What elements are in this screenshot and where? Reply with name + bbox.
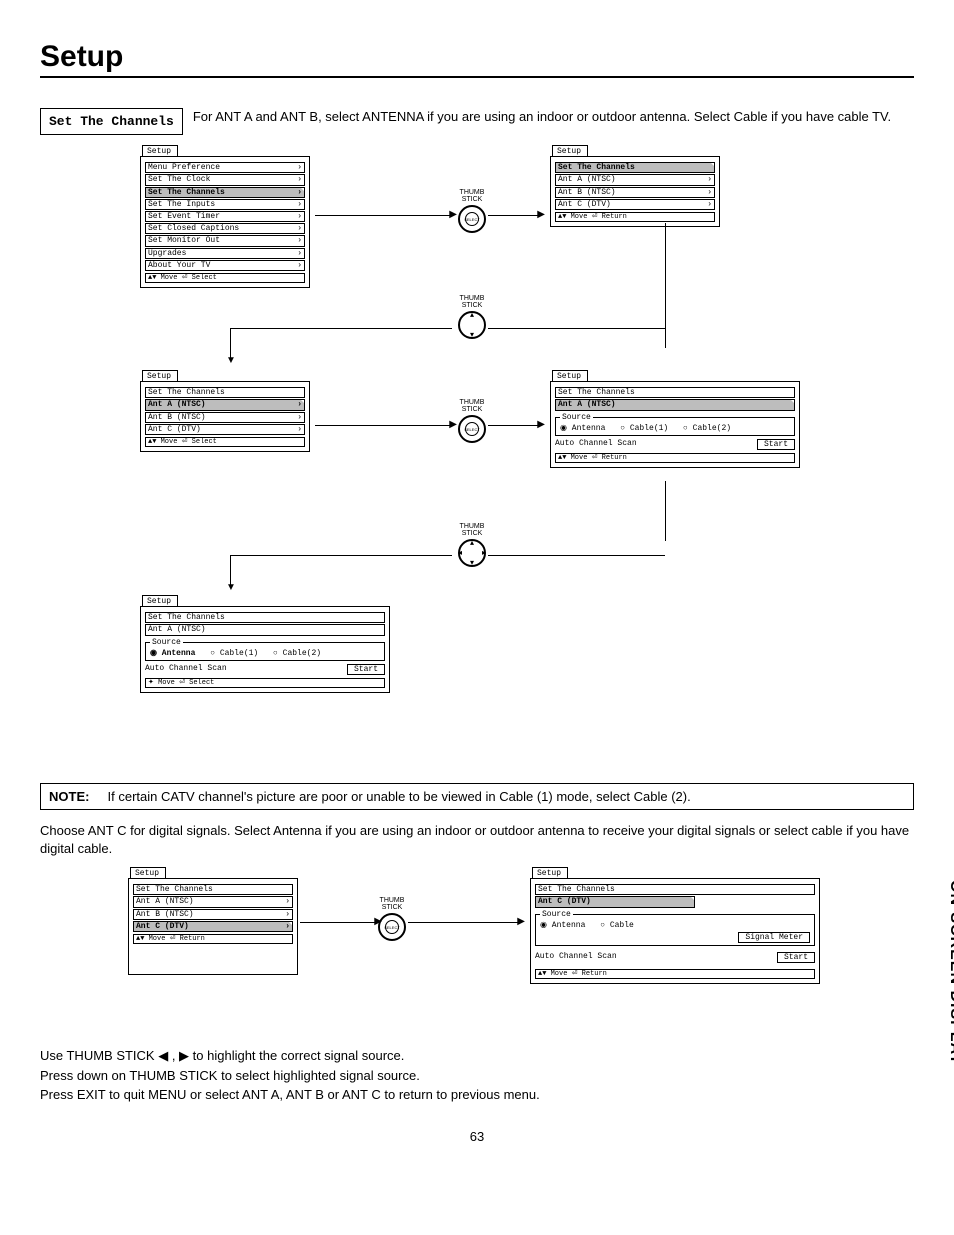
note-text: If certain CATV channel's picture are po… — [108, 789, 691, 804]
side-tab-label: ON-SCREEN DISPLAY — [946, 880, 954, 1065]
flow-diagram-2: Setup Set The Channels Ant A (NTSC)› Ant… — [40, 867, 914, 1047]
connector — [488, 555, 665, 556]
source-group: Source Antenna Cable Signal Meter — [535, 910, 815, 947]
menu-item: Set Closed Captions› — [145, 223, 305, 234]
breadcrumb-item: Set The Channels — [145, 387, 305, 398]
auto-scan-label: Auto Channel Scan — [145, 664, 227, 673]
flow-diagram: Setup Menu Preference› Set The Clock› Se… — [40, 145, 914, 765]
menu-item: Upgrades› — [145, 248, 305, 259]
connector — [488, 328, 665, 329]
breadcrumb-item: Set The Channels — [535, 884, 815, 895]
arrow: ▶ — [488, 425, 538, 426]
connector: ▼ — [230, 328, 231, 358]
radio-antenna: Antenna — [540, 921, 585, 930]
osd-ant-a-source: Setup Set The Channels Ant A (NTSC) Sour… — [550, 370, 800, 468]
radio-antenna: Antenna — [560, 424, 605, 433]
hint-bar: ▲▼ Move ⏎ Return — [555, 212, 715, 222]
menu-item: Ant B (NTSC)› — [145, 412, 305, 423]
antc-paragraph: Choose ANT C for digital signals. Select… — [40, 822, 914, 857]
instruction-line: Press EXIT to quit MENU or select ANT A,… — [40, 1086, 914, 1104]
menu-item: Ant A (NTSC)› — [133, 896, 293, 907]
thumbstick-icon: THUMB STICK SELECT — [458, 189, 486, 233]
breadcrumb-item: Set The Channels — [133, 884, 293, 895]
thumbstick-icon: THUMB STICK SELECT — [378, 897, 406, 941]
arrow: ▶ — [300, 922, 375, 923]
breadcrumb-item: Set The Channels — [555, 162, 715, 173]
breadcrumb-item: Set The Channels — [145, 612, 385, 623]
menu-item: Set Monitor Out› — [145, 235, 305, 246]
menu-item: Ant C (DTV)› — [133, 921, 293, 932]
breadcrumb-item: Ant C (DTV) — [535, 896, 695, 907]
breadcrumb-item: Set The Channels — [555, 387, 795, 398]
start-button: Start — [777, 952, 815, 963]
breadcrumb-item: Ant A (NTSC) — [145, 624, 385, 635]
thumbstick-icon: THUMB STICK ▴▾ — [458, 295, 486, 339]
radio-cable1: Cable(1) — [620, 424, 668, 433]
osd-setup-main: Setup Menu Preference› Set The Clock› Se… — [140, 145, 310, 288]
menu-item: Ant C (DTV)› — [145, 424, 305, 435]
hint-bar: ▲▼ Move ⏎ Return — [133, 934, 293, 944]
connector — [230, 555, 452, 556]
osd-set-channels-hi-c: Setup Set The Channels Ant A (NTSC)› Ant… — [128, 867, 298, 975]
arrow: ▶ — [315, 425, 450, 426]
auto-scan-label: Auto Channel Scan — [555, 439, 637, 448]
hint-bar: ▲▼ Move ⏎ Select — [145, 273, 305, 283]
menu-item: Set Event Timer› — [145, 211, 305, 222]
signal-meter-button: Signal Meter — [738, 932, 810, 943]
breadcrumb-item: Ant A (NTSC) — [555, 399, 795, 410]
connector — [665, 223, 666, 348]
radio-cable2: Cable(2) — [273, 649, 321, 658]
source-group: Source Antenna Cable(1) Cable(2) — [145, 638, 385, 661]
menu-item: About Your TV› — [145, 260, 305, 271]
connector — [230, 328, 452, 329]
arrow: ▶ — [408, 922, 518, 923]
radio-cable: Cable — [600, 921, 634, 930]
instruction-line: Press down on THUMB STICK to select high… — [40, 1067, 914, 1085]
auto-scan-label: Auto Channel Scan — [535, 952, 617, 961]
instruction-line: Use THUMB STICK ◀ , ▶ to highlight the c… — [40, 1047, 914, 1065]
menu-item: Menu Preference› — [145, 162, 305, 173]
menu-item: Ant A (NTSC)› — [145, 399, 305, 410]
radio-cable2: Cable(2) — [683, 424, 731, 433]
hint-bar: ✦ Move ⏎ Select — [145, 678, 385, 688]
hint-bar: ▲▼ Move ⏎ Select — [145, 437, 305, 447]
menu-item: Ant B (NTSC)› — [555, 187, 715, 198]
thumbstick-icon: THUMB STICK SELECT — [458, 399, 486, 443]
menu-item: Ant B (NTSC)› — [133, 909, 293, 920]
hint-bar: ▲▼ Move ⏎ Return — [535, 969, 815, 979]
menu-item: Set The Clock› — [145, 174, 305, 185]
radio-antenna: Antenna — [150, 649, 195, 658]
arrow: ▶ — [315, 215, 450, 216]
page-number: 63 — [40, 1129, 914, 1144]
hint-bar: ▲▼ Move ⏎ Return — [555, 453, 795, 463]
intro-text: For ANT A and ANT B, select ANTENNA if y… — [193, 108, 914, 126]
osd-ant-c-source: Setup Set The Channels Ant C (DTV) Sourc… — [530, 867, 820, 984]
note-label: NOTE: — [49, 789, 89, 804]
connector: ▼ — [230, 555, 231, 585]
page-title: Setup — [40, 40, 914, 78]
radio-cable1: Cable(1) — [210, 649, 258, 658]
start-button: Start — [347, 664, 385, 675]
arrow: ▶ — [488, 215, 538, 216]
start-button: Start — [757, 439, 795, 450]
note-box: NOTE: If certain CATV channel's picture … — [40, 783, 914, 810]
osd-set-channels: Setup Set The Channels Ant A (NTSC)› Ant… — [550, 145, 720, 227]
menu-item: Ant C (DTV)› — [555, 199, 715, 210]
osd-set-channels-hi-a: Setup Set The Channels Ant A (NTSC)› Ant… — [140, 370, 310, 452]
source-group: Source Antenna Cable(1) Cable(2) — [555, 413, 795, 436]
osd-ant-a-source-selected: Setup Set The Channels Ant A (NTSC) Sour… — [140, 595, 390, 693]
menu-item: Set The Channels› — [145, 187, 305, 198]
section-label: Set The Channels — [40, 108, 183, 135]
menu-item: Set The Inputs› — [145, 199, 305, 210]
menu-item: Ant A (NTSC)› — [555, 174, 715, 185]
thumbstick-icon: THUMB STICK ▴▾◂▸ — [458, 523, 486, 567]
connector — [665, 481, 666, 541]
